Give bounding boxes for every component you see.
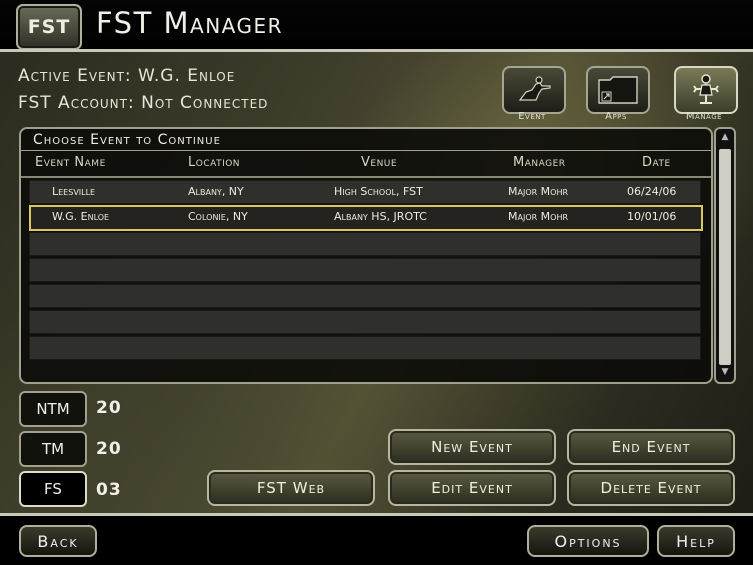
soldier-icon [518, 76, 551, 101]
cell-venue: Albany HS, JROTC [334, 210, 427, 223]
fst-logo: FST [16, 4, 82, 50]
event-nav-label: Event [518, 111, 546, 122]
ntm-button[interactable]: NTM [19, 391, 87, 427]
column-header-location[interactable]: Location [188, 155, 240, 170]
fst-web-button[interactable]: FST Web [207, 470, 375, 506]
edit-event-button[interactable]: Edit Event [388, 470, 556, 506]
scroll-down-icon[interactable]: ▼ [716, 367, 734, 377]
column-header-event-name[interactable]: Event Name [35, 155, 106, 170]
fs-count: 03 [96, 480, 122, 500]
column-header-venue[interactable]: Venue [361, 155, 397, 170]
cell-location: Albany, NY [188, 185, 244, 198]
options-button[interactable]: Options [527, 525, 649, 557]
event-table-panel: Choose Event to Continue Event Name Loca… [19, 127, 713, 384]
table-row-empty[interactable] [29, 232, 701, 256]
apps-nav-label: Apps [605, 111, 627, 122]
delete-event-button[interactable]: Delete Event [567, 470, 735, 506]
bottom-divider [0, 513, 753, 516]
apps-nav-button[interactable] [586, 66, 650, 114]
tm-button[interactable]: TM [19, 431, 87, 467]
table-row-empty[interactable] [29, 310, 701, 334]
event-nav-button[interactable] [502, 66, 566, 114]
panel-title: Choose Event to Continue [33, 132, 221, 148]
table-row[interactable]: Leesville Albany, NY High School, FST Ma… [29, 180, 701, 204]
table-row-empty[interactable] [29, 284, 701, 308]
scrollbar-thumb[interactable] [719, 149, 731, 365]
scroll-up-icon[interactable]: ▲ [716, 132, 734, 142]
table-row-empty[interactable] [29, 258, 701, 282]
cell-date: 06/24/06 [627, 185, 677, 198]
manage-nav-label: Manage [685, 111, 723, 122]
cell-manager: Major Mohr [508, 185, 569, 198]
fst-account-label: FST Account: Not Connected [18, 93, 269, 113]
cell-event-name: W.G. Enloe [52, 210, 110, 223]
panel-title-divider [21, 150, 711, 151]
table-scrollbar[interactable]: ▲ ▼ [714, 127, 736, 384]
back-button[interactable]: Back [19, 525, 97, 557]
app-title: FST Manager [96, 6, 284, 40]
cell-event-name: Leesville [52, 185, 96, 198]
folder-shortcut-icon [598, 76, 638, 104]
cell-venue: High School, FST [334, 185, 423, 198]
cell-location: Colonie, NY [188, 210, 248, 223]
cell-manager: Major Mohr [508, 210, 569, 223]
header-divider [21, 176, 711, 178]
end-event-button[interactable]: End Event [567, 429, 735, 465]
manage-icon [693, 74, 719, 104]
fs-button[interactable]: FS [19, 471, 87, 507]
column-header-date[interactable]: Date [642, 155, 671, 170]
column-header-manager[interactable]: Manager [513, 155, 566, 170]
cell-date: 10/01/06 [627, 210, 677, 223]
tm-count: 20 [96, 439, 122, 459]
help-button[interactable]: Help [657, 525, 735, 557]
title-bar: FST FST Manager [0, 0, 753, 50]
table-row-selected[interactable]: W.G. Enloe Colonie, NY Albany HS, JROTC … [29, 205, 703, 231]
active-event-label: Active Event: W.G. Enloe [18, 66, 236, 86]
table-row-empty[interactable] [29, 336, 701, 360]
new-event-button[interactable]: New Event [388, 429, 556, 465]
manage-nav-button[interactable] [674, 66, 738, 114]
ntm-count: 20 [96, 398, 122, 418]
